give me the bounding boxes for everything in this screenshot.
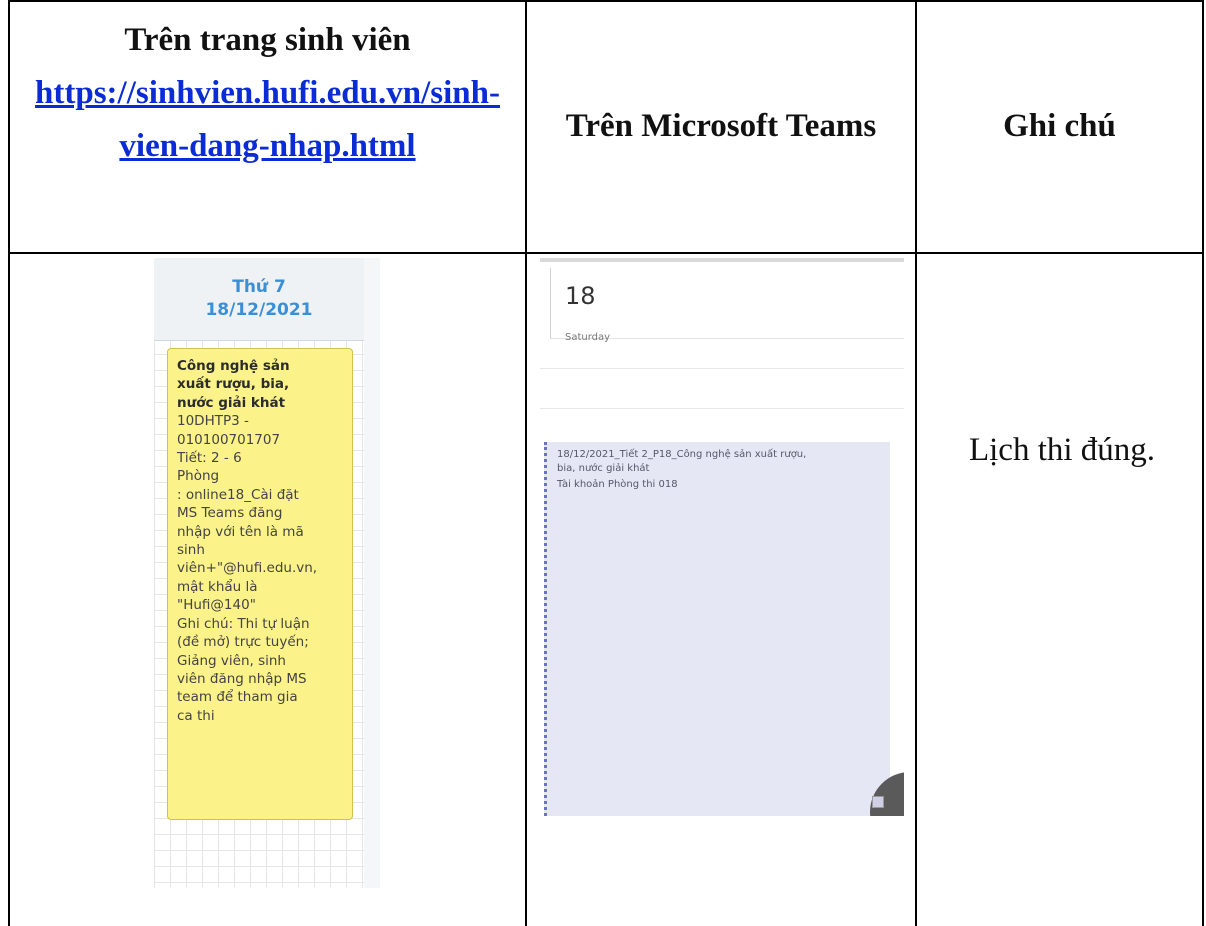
card-subject-line: Công nghệ sản [177, 358, 290, 374]
card-line: viên+"@hufi.edu.vn, [177, 560, 318, 577]
card-line: MS Teams đăng [177, 505, 283, 522]
header-teams-title: Trên Microsoft Teams [565, 107, 877, 144]
header-cell-student-portal: Trên trang sinh viên https://sinhvien.hu… [10, 8, 525, 252]
card-subject-line: xuất rượu, bia, [177, 376, 290, 393]
header-note-title: Ghi chú [1003, 107, 1116, 144]
card-line: team để tham gia [177, 689, 298, 706]
teams-grid-line [540, 408, 904, 409]
card-subject-line: nước giải khát [177, 394, 286, 411]
teams-exam-event[interactable]: 18/12/2021_Tiết 2_P18_Công nghệ sản xuất… [544, 442, 890, 816]
note-text: Lịch thi đúng. [968, 432, 1156, 468]
portal-day-label: Thứ 7 [232, 277, 286, 298]
teams-grid-line [540, 368, 904, 369]
table-header-divider [8, 252, 1204, 254]
card-line: Giảng viên, sinh [177, 652, 286, 669]
card-line: : online18_Cài đặt [177, 486, 299, 503]
card-line: "Hufi@140" [177, 597, 256, 614]
card-line: viên đăng nhập MS [177, 670, 307, 687]
card-line: 10DHTP3 - [177, 413, 249, 430]
header-cell-note: Ghi chú [917, 0, 1202, 252]
card-line: 010100701707 [177, 431, 281, 448]
portal-next-column [364, 258, 380, 888]
teams-day-header: 18 Saturday [550, 268, 904, 343]
teams-day-number: 18 [565, 282, 596, 310]
card-line: ca thi [177, 707, 215, 724]
card-line: Phòng [177, 468, 220, 485]
header-cell-teams: Trên Microsoft Teams [527, 0, 915, 252]
card-line: nhập với tên là mã [177, 523, 304, 540]
teams-event-title-line2: bia, nước giải khát [557, 463, 650, 474]
teams-top-bar [540, 258, 904, 262]
card-line: sinh [177, 542, 205, 559]
student-portal-link-line2[interactable]: vien-dang-nhap.html [35, 120, 500, 173]
student-portal-link-line1[interactable]: https://sinhvien.hufi.edu.vn/sinh- [35, 67, 500, 120]
student-portal-screenshot: Thứ 7 18/12/2021 Công nghệ sản xuất rượu… [154, 258, 380, 888]
card-line: mật khẩu là [177, 578, 258, 595]
teams-event-room: Tài khoản Phòng thi 018 [557, 479, 678, 490]
resize-icon [872, 796, 884, 808]
portal-day-header: Thứ 7 18/12/2021 [154, 258, 365, 341]
teams-event-title-line1: 18/12/2021_Tiết 2_P18_Công nghệ sản xuất… [557, 449, 807, 460]
teams-calendar-screenshot: 18 Saturday 18/12/2021_Tiết 2_P18_Công n… [540, 258, 904, 816]
header-student-portal-title: Trên trang sinh viên [124, 22, 411, 58]
teams-day-name: Saturday [565, 332, 611, 343]
student-portal-link[interactable]: https://sinhvien.hufi.edu.vn/sinh- vien-… [35, 67, 500, 173]
portal-date: 18/12/2021 [205, 300, 313, 320]
card-line: Tiết: 2 - 6 [177, 450, 242, 467]
exam-schedule-card[interactable]: Công nghệ sản xuất rượu, bia, nước giải … [167, 348, 353, 820]
card-line: Ghi chú: Thi tự luận [177, 615, 310, 632]
card-line: (đề mở) trực tuyến; [177, 634, 309, 651]
